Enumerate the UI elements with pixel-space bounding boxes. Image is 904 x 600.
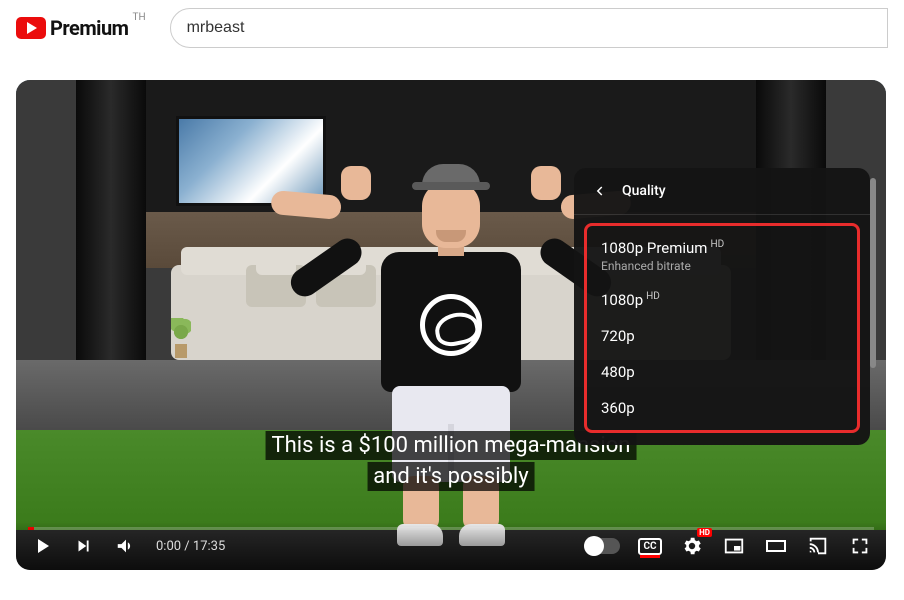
brand-text: Premium bbox=[50, 16, 128, 40]
quality-title: Quality bbox=[622, 183, 666, 199]
autoplay-toggle[interactable] bbox=[584, 538, 620, 554]
logo-block[interactable]: Premium TH bbox=[16, 16, 146, 40]
play-button[interactable] bbox=[30, 534, 54, 558]
search-input[interactable] bbox=[170, 8, 888, 48]
pause-icon bbox=[589, 541, 599, 551]
quality-menu: Quality 1080p PremiumHD Enhanced bitrate… bbox=[574, 168, 870, 445]
hd-badge: HD bbox=[697, 528, 712, 537]
controls-bar: 0:00 / 17:35 CC HD bbox=[16, 522, 886, 570]
youtube-icon bbox=[16, 17, 46, 39]
next-button[interactable] bbox=[72, 534, 96, 558]
quality-option-720p[interactable]: 720p bbox=[587, 318, 857, 354]
quality-option-1080p[interactable]: 1080pHD bbox=[587, 282, 857, 318]
theater-button[interactable] bbox=[764, 534, 788, 558]
back-button[interactable] bbox=[590, 182, 608, 200]
cast-button[interactable] bbox=[806, 534, 830, 558]
quality-option-480p[interactable]: 480p bbox=[587, 354, 857, 390]
scrollbar[interactable] bbox=[870, 178, 876, 368]
region-code: TH bbox=[132, 12, 145, 23]
header: Premium TH bbox=[0, 0, 904, 56]
fullscreen-button[interactable] bbox=[848, 534, 872, 558]
video-player[interactable]: This is a $100 million mega-mansion and … bbox=[16, 80, 886, 570]
time-display: 0:00 / 17:35 bbox=[156, 539, 225, 554]
caption-line-2: and it's possibly bbox=[367, 462, 534, 491]
miniplayer-button[interactable] bbox=[722, 534, 746, 558]
settings-button[interactable]: HD bbox=[680, 534, 704, 558]
volume-button[interactable] bbox=[114, 534, 138, 558]
quality-option-1080p-premium[interactable]: 1080p PremiumHD Enhanced bitrate bbox=[587, 230, 857, 282]
quality-option-360p[interactable]: 360p bbox=[587, 390, 857, 426]
quality-options-highlight: 1080p PremiumHD Enhanced bitrate 1080pHD… bbox=[584, 223, 860, 433]
captions-button[interactable]: CC bbox=[638, 534, 662, 558]
